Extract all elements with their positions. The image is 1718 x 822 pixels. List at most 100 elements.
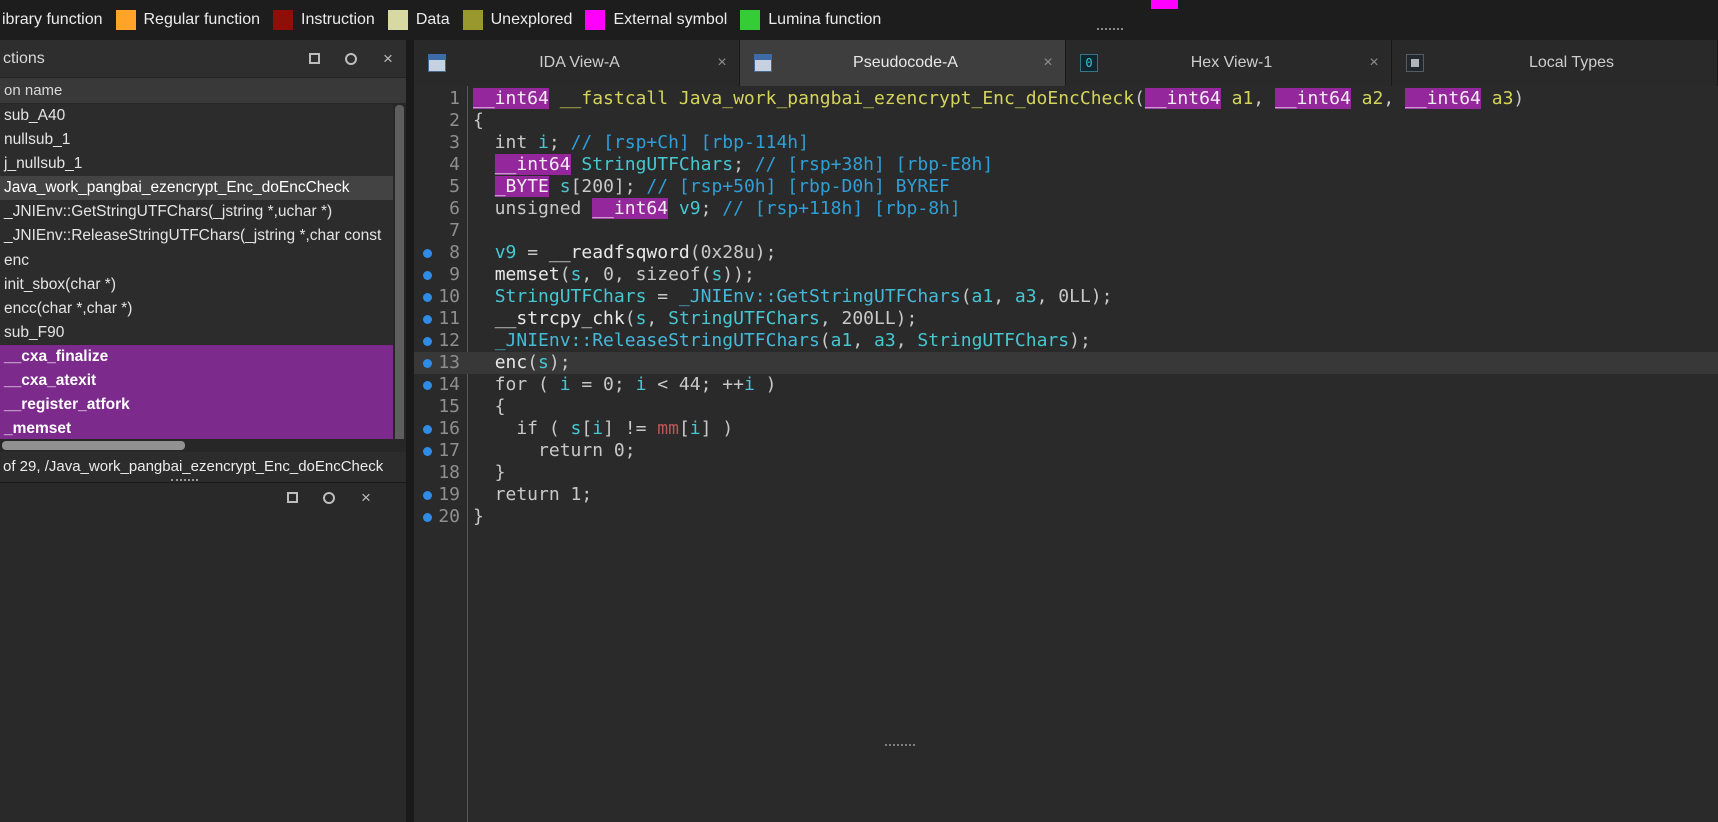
type-macro-token[interactable]: __int64 xyxy=(1405,88,1481,109)
code-token[interactable]: ; xyxy=(549,132,571,153)
code-token[interactable]: } xyxy=(473,462,506,483)
code-line[interactable]: 8 v9 = __readfsqword(0x28u); xyxy=(414,242,1718,264)
panel-splitter[interactable] xyxy=(406,40,414,822)
bottom-close-icon[interactable]: × xyxy=(356,488,376,508)
code-token[interactable]: for ( xyxy=(473,374,560,395)
breakpoint-dot[interactable] xyxy=(423,381,432,390)
data-ref-token[interactable]: mm xyxy=(657,418,679,439)
code-token[interactable]: , 200LL); xyxy=(820,308,918,329)
function-row[interactable]: j_nullsub_1 xyxy=(0,152,393,176)
horizontal-scrollbar-thumb[interactable] xyxy=(2,441,185,450)
code-token[interactable]: return 0; xyxy=(473,440,636,461)
variable-token[interactable]: i xyxy=(744,374,755,395)
code-token[interactable]: ( xyxy=(560,264,571,285)
code-token[interactable]: ); xyxy=(1069,330,1091,351)
function-row[interactable]: sub_A40 xyxy=(0,104,393,128)
code-line[interactable]: 13 enc(s); xyxy=(414,352,1718,374)
code-line[interactable]: 15 { xyxy=(414,396,1718,418)
tab-ida-view-a[interactable]: IDA View-A× xyxy=(414,40,740,86)
function-row[interactable]: sub_F90 xyxy=(0,321,393,345)
code-token[interactable] xyxy=(473,154,495,175)
breakpoint-dot[interactable] xyxy=(423,359,432,368)
pseudocode-view[interactable]: 1__int64 __fastcall Java_work_pangbai_ez… xyxy=(414,86,1718,822)
breakpoint-dot[interactable] xyxy=(423,249,432,258)
code-line[interactable]: 19 return 1; xyxy=(414,484,1718,506)
code-line[interactable]: 2{ xyxy=(414,110,1718,132)
code-token[interactable]: , xyxy=(1253,88,1275,109)
variable-token[interactable]: v9 xyxy=(679,198,701,219)
function-row[interactable]: enc xyxy=(0,249,393,273)
code-token[interactable]: ; xyxy=(733,154,755,175)
code-token[interactable] xyxy=(473,330,495,351)
declaration-token[interactable]: Java_work_pangbai_ezencrypt_Enc_doEncChe… xyxy=(679,88,1134,109)
breakpoint-dot[interactable] xyxy=(423,337,432,346)
tab-local-types[interactable]: Local Types xyxy=(1392,40,1718,86)
breakpoint-dot[interactable] xyxy=(423,513,432,522)
code-token[interactable]: (0x28u); xyxy=(690,242,777,263)
variable-token[interactable]: s xyxy=(560,176,571,197)
code-line[interactable]: 5 _BYTE s[200]; // [rsp+50h] [rbp-D0h] B… xyxy=(414,176,1718,198)
code-token[interactable]: [ xyxy=(581,418,592,439)
code-token[interactable] xyxy=(473,176,495,197)
code-token[interactable]: ] ) xyxy=(701,418,734,439)
function-name-column-header[interactable]: on name xyxy=(0,78,406,104)
code-token[interactable]: ); xyxy=(549,352,571,373)
code-token[interactable]: [200]; xyxy=(571,176,647,197)
code-token[interactable] xyxy=(571,154,582,175)
function-row[interactable]: nullsub_1 xyxy=(0,128,393,152)
variable-token[interactable]: StringUTFChars xyxy=(917,330,1069,351)
comment-token[interactable]: // [rsp+38h] [rbp-E8h] xyxy=(755,154,993,175)
code-token[interactable]: } xyxy=(473,506,484,527)
breakpoint-dot[interactable] xyxy=(423,425,432,434)
declaration-token[interactable]: a3 xyxy=(1481,88,1514,109)
type-macro-token[interactable]: __int64 xyxy=(592,198,668,219)
code-line[interactable]: 7 xyxy=(414,220,1718,242)
code-token[interactable] xyxy=(473,352,495,373)
code-line[interactable]: 1__int64 __fastcall Java_work_pangbai_ez… xyxy=(414,88,1718,110)
variable-token[interactable]: s xyxy=(571,264,582,285)
function-row[interactable]: init_sbox(char *) xyxy=(0,273,393,297)
type-macro-token[interactable]: __int64 xyxy=(473,88,549,109)
code-token[interactable]: ( xyxy=(527,352,538,373)
panel-float-icon[interactable] xyxy=(341,49,361,69)
variable-token[interactable]: a1 xyxy=(972,286,994,307)
code-line[interactable]: 20} xyxy=(414,506,1718,528)
comment-token[interactable]: // [rsp+Ch] [rbp-114h] xyxy=(571,132,809,153)
tab-close-icon[interactable]: × xyxy=(1039,54,1057,72)
code-token[interactable] xyxy=(473,286,495,307)
code-token[interactable]: = 0; xyxy=(571,374,636,395)
vertical-scrollbar[interactable] xyxy=(393,104,406,439)
code-token[interactable] xyxy=(668,198,679,219)
variable-token[interactable]: i xyxy=(690,418,701,439)
code-token[interactable]: [ xyxy=(679,418,690,439)
code-line[interactable]: 10 StringUTFChars = _JNIEnv::GetStringUT… xyxy=(414,286,1718,308)
variable-token[interactable]: StringUTFChars xyxy=(668,308,820,329)
function-call-token[interactable]: enc xyxy=(495,352,528,373)
comment-token[interactable]: // [rsp+118h] [rbp-8h] xyxy=(722,198,960,219)
breakpoint-dot[interactable] xyxy=(423,315,432,324)
code-line[interactable]: 17 return 0; xyxy=(414,440,1718,462)
code-token[interactable]: , 0LL); xyxy=(1037,286,1113,307)
bottom-maximize-icon[interactable] xyxy=(282,488,302,508)
code-token[interactable]: , xyxy=(646,308,668,329)
panel-maximize-icon[interactable] xyxy=(304,49,324,69)
code-line[interactable]: 14 for ( i = 0; i < 44; ++i ) xyxy=(414,374,1718,396)
variable-token[interactable]: s xyxy=(711,264,722,285)
function-row[interactable]: Java_work_pangbai_ezencrypt_Enc_doEncChe… xyxy=(0,176,393,200)
code-token[interactable]: < 44; ++ xyxy=(646,374,744,395)
variable-token[interactable]: i xyxy=(636,374,647,395)
breakpoint-dot[interactable] xyxy=(423,271,432,280)
code-line[interactable]: 4 __int64 StringUTFChars; // [rsp+38h] [… xyxy=(414,154,1718,176)
code-line[interactable]: 3 int i; // [rsp+Ch] [rbp-114h] xyxy=(414,132,1718,154)
variable-token[interactable]: StringUTFChars xyxy=(495,286,647,307)
breakpoint-dot[interactable] xyxy=(423,447,432,456)
code-token[interactable]: ; xyxy=(701,198,723,219)
variable-token[interactable]: i xyxy=(538,132,549,153)
code-token[interactable] xyxy=(473,242,495,263)
code-token[interactable]: return 1; xyxy=(473,484,592,505)
code-token[interactable]: if ( xyxy=(473,418,571,439)
code-token[interactable]: ( xyxy=(820,330,831,351)
breakpoint-dot[interactable] xyxy=(423,293,432,302)
code-token[interactable]: unsigned xyxy=(473,198,592,219)
code-token[interactable]: = xyxy=(646,286,679,307)
